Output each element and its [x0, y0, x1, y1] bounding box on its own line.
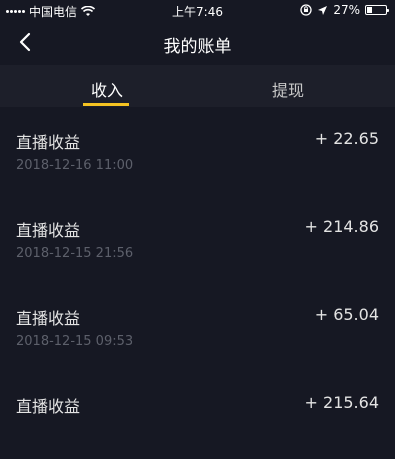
list-item[interactable]: 直播收益 2018-12-15 21:56 + 214.86 — [0, 195, 395, 283]
transaction-amount: + 214.86 — [304, 217, 379, 236]
transaction-title: 直播收益 — [16, 133, 81, 152]
transaction-time: 2018-12-16 11:00 — [16, 158, 134, 173]
transaction-title: 直播收益 — [16, 309, 81, 328]
transaction-title: 直播收益 — [16, 397, 81, 416]
tab-withdraw[interactable]: 提现 — [248, 77, 328, 101]
battery-percent: 27% — [333, 3, 360, 17]
location-icon — [318, 5, 328, 15]
tab-bar: 收入 提现 — [0, 65, 395, 107]
battery-fill — [367, 7, 373, 13]
list-item[interactable]: 直播收益 2018-12-16 11:00 + 22.65 — [0, 107, 395, 195]
status-bar: 中国电信 上午7:46 27% — [0, 0, 395, 20]
transaction-time: 2018-12-15 09:53 — [16, 334, 134, 349]
transaction-list: 直播收益 2018-12-16 11:00 + 22.65 直播收益 2018-… — [0, 107, 395, 459]
list-item[interactable]: 直播收益 2018-12-15 09:53 + 65.04 — [0, 283, 395, 371]
status-right: 27% — [300, 3, 389, 17]
transaction-time: 2018-12-15 21:56 — [16, 246, 134, 261]
tab-indicator — [83, 103, 129, 106]
page-title: 我的账单 — [163, 37, 232, 57]
transaction-amount: + 65.04 — [314, 305, 379, 324]
transaction-title: 直播收益 — [16, 221, 81, 240]
navigation-bar: 我的账单 — [0, 20, 395, 65]
list-item[interactable]: 直播收益 + 215.64 — [0, 371, 395, 459]
tab-income[interactable]: 收入 — [67, 77, 147, 101]
transaction-amount: + 215.64 — [304, 393, 379, 412]
battery-icon — [365, 5, 389, 15]
transaction-amount: + 22.65 — [314, 129, 379, 148]
orientation-lock-icon — [300, 4, 312, 16]
